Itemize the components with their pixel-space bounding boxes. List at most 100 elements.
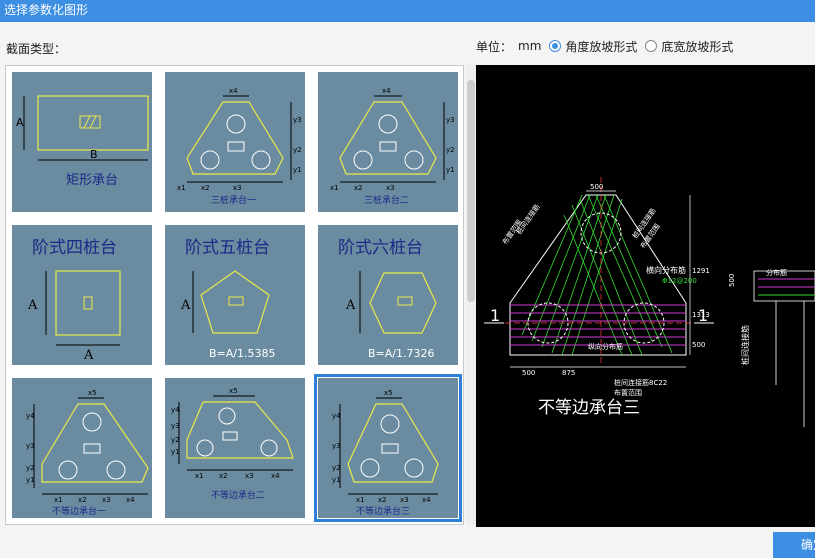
svg-text:x1: x1 xyxy=(177,184,186,192)
svg-text:x3: x3 xyxy=(386,184,395,192)
svg-text:x1: x1 xyxy=(330,184,339,192)
4pile-step-diagram: 阶式四桩台 A A xyxy=(27,238,121,363)
shape-caption: 不等边承台二 xyxy=(211,489,265,501)
3pile-cap-2-diagram: x4 y3 y2 y1 x1 x2 x3 三桩承台二 xyxy=(330,87,455,206)
svg-text:y1: y1 xyxy=(332,476,341,484)
3pile-cap-1-diagram: x4 y3 y2 y1 x1 x2 x3 三桩承台一 xyxy=(177,87,302,206)
svg-text:x4: x4 xyxy=(126,496,135,504)
svg-text:y2: y2 xyxy=(332,464,341,472)
svg-text:y2: y2 xyxy=(446,146,455,154)
svg-text:500: 500 xyxy=(692,341,705,349)
shape-card-unequal-1[interactable]: x5 y4 y3 y2 y1 x1 x2 x3 x4 不等边承台一 xyxy=(12,378,152,518)
svg-text:y3: y3 xyxy=(171,422,180,430)
formula-label: B=A/1.7326 xyxy=(368,347,434,360)
shape-caption: 阶式五桩台 xyxy=(185,238,270,258)
unit-label: 单位： xyxy=(476,39,513,54)
svg-text:x3: x3 xyxy=(233,184,242,192)
svg-text:x1: x1 xyxy=(54,496,63,504)
shape-card-5pile-step[interactable]: 阶式五桩台 A B=A/1.5385 xyxy=(165,225,305,365)
preview-drawing: 500 500 875 1291 1313 500 1 1 桩间连接筋 布置范围… xyxy=(484,177,815,427)
ok-button[interactable]: 确定 xyxy=(773,532,815,558)
shape-card-4pile-step[interactable]: 阶式四桩台 A A xyxy=(12,225,152,365)
svg-text:A: A xyxy=(345,298,356,313)
dim-b: B xyxy=(90,148,98,161)
shape-card-unequal-3[interactable]: x5 y4 y3 y2 y1 x1 x2 x3 x4 不等边承台三 xyxy=(314,374,462,522)
5pile-step-diagram: 阶式五桩台 A B=A/1.5385 xyxy=(180,238,275,360)
rect-pile-cap-diagram: A B 矩形承台 xyxy=(16,95,149,188)
section-mark-left: 1 xyxy=(490,306,500,325)
svg-text:y4: y4 xyxy=(332,412,341,420)
scrollbar-thumb[interactable] xyxy=(467,80,475,302)
svg-text:y1: y1 xyxy=(26,476,35,484)
svg-text:Φ12@200: Φ12@200 xyxy=(662,277,697,285)
angle-slope-radio[interactable] xyxy=(549,40,562,52)
shape-card-6pile-step[interactable]: 阶式六桩台 A B=A/1.7326 xyxy=(318,225,458,365)
shape-card-3pile-2[interactable]: x4 y3 y2 y1 x1 x2 x3 三桩承台二 xyxy=(318,72,458,212)
6pile-step-diagram: 阶式六桩台 A B=A/1.7326 xyxy=(338,238,437,360)
bottom-width-slope-radio[interactable] xyxy=(645,40,658,52)
preview-title: 不等边承台三 xyxy=(538,398,640,418)
svg-text:500: 500 xyxy=(728,274,736,287)
bottom-bar xyxy=(0,527,815,554)
shape-caption: 不等边承台一 xyxy=(52,505,106,517)
dim-a: A xyxy=(16,116,24,129)
svg-text:桩间连接筋: 桩间连接筋 xyxy=(514,202,541,236)
svg-text:x5: x5 xyxy=(384,389,393,397)
gallery-scrollbar[interactable] xyxy=(466,65,476,525)
svg-text:x4: x4 xyxy=(229,87,238,95)
section-mark-right: 1 xyxy=(698,306,708,325)
svg-text:y1: y1 xyxy=(171,448,180,456)
svg-text:A: A xyxy=(27,298,38,313)
svg-text:x3: x3 xyxy=(400,496,409,504)
svg-text:x5: x5 xyxy=(88,389,97,397)
bottom-width-slope-label[interactable]: 底宽放坡形式 xyxy=(661,38,733,55)
unequal-cap-1-diagram: x5 y4 y3 y2 y1 x1 x2 x3 x4 不等边承台一 xyxy=(26,389,149,517)
svg-text:横向分布筋: 横向分布筋 xyxy=(646,265,686,275)
svg-text:A: A xyxy=(180,298,191,313)
shape-gallery: A B 矩形承台 x4 y3 y2 y1 x1 x2 x3 三桩承台一 x4 y… xyxy=(5,65,464,525)
angle-slope-label[interactable]: 角度放坡形式 xyxy=(565,38,637,55)
svg-text:y1: y1 xyxy=(446,166,455,174)
shape-caption: 阶式六桩台 xyxy=(338,238,423,258)
svg-text:桩间连接筋: 桩间连接筋 xyxy=(740,325,750,365)
unit-value: mm xyxy=(518,39,542,53)
shape-caption: 不等边承台三 xyxy=(356,505,410,517)
unequal-cap-2-diagram: x5 y4 y3 y2 y1 x1 x2 x3 x4 不等边承台二 xyxy=(171,387,294,501)
svg-text:y4: y4 xyxy=(171,406,180,414)
shape-caption: 三桩承台二 xyxy=(364,194,409,206)
unequal-cap-3-diagram: x5 y4 y3 y2 y1 x1 x2 x3 x4 不等边承台三 xyxy=(332,389,439,517)
svg-text:x4: x4 xyxy=(271,472,280,480)
svg-text:x3: x3 xyxy=(102,496,111,504)
svg-text:x2: x2 xyxy=(354,184,363,192)
unit-row: 单位： mm 角度放坡形式 底宽放坡形式 xyxy=(476,38,733,54)
svg-text:x2: x2 xyxy=(378,496,387,504)
svg-text:y3: y3 xyxy=(332,442,341,450)
window-title: 选择参数化图形 xyxy=(0,0,815,22)
shape-caption: 矩形承台 xyxy=(66,173,118,188)
svg-text:y3: y3 xyxy=(293,116,302,124)
svg-text:1291: 1291 xyxy=(692,267,710,275)
svg-text:桩间连接筋8C22: 桩间连接筋8C22 xyxy=(614,378,667,387)
svg-text:500: 500 xyxy=(590,183,603,191)
shape-caption: 三桩承台一 xyxy=(211,194,256,206)
svg-text:纵向分布筋: 纵向分布筋 xyxy=(588,342,623,351)
preview-canvas: 500 500 875 1291 1313 500 1 1 桩间连接筋 布置范围… xyxy=(476,65,815,527)
shape-caption: 阶式四桩台 xyxy=(32,238,117,258)
svg-text:y3: y3 xyxy=(26,442,35,450)
svg-text:y2: y2 xyxy=(171,436,180,444)
svg-text:x1: x1 xyxy=(195,472,204,480)
svg-text:y4: y4 xyxy=(26,412,35,420)
svg-text:A: A xyxy=(83,348,94,363)
svg-text:x3: x3 xyxy=(245,472,254,480)
svg-text:分布筋: 分布筋 xyxy=(766,268,787,277)
svg-text:x1: x1 xyxy=(356,496,365,504)
shape-card-unequal-2[interactable]: x5 y4 y3 y2 y1 x1 x2 x3 x4 不等边承台二 xyxy=(165,378,305,518)
svg-text:x4: x4 xyxy=(382,87,391,95)
section-type-label: 截面类型： xyxy=(6,42,67,56)
shape-card-3pile-1[interactable]: x4 y3 y2 y1 x1 x2 x3 三桩承台一 xyxy=(165,72,305,212)
svg-text:x5: x5 xyxy=(229,387,238,395)
svg-text:y3: y3 xyxy=(446,116,455,124)
svg-text:布置范围: 布置范围 xyxy=(614,388,642,397)
shape-card-rect[interactable]: A B 矩形承台 xyxy=(12,72,152,212)
svg-text:500: 500 xyxy=(522,369,535,377)
